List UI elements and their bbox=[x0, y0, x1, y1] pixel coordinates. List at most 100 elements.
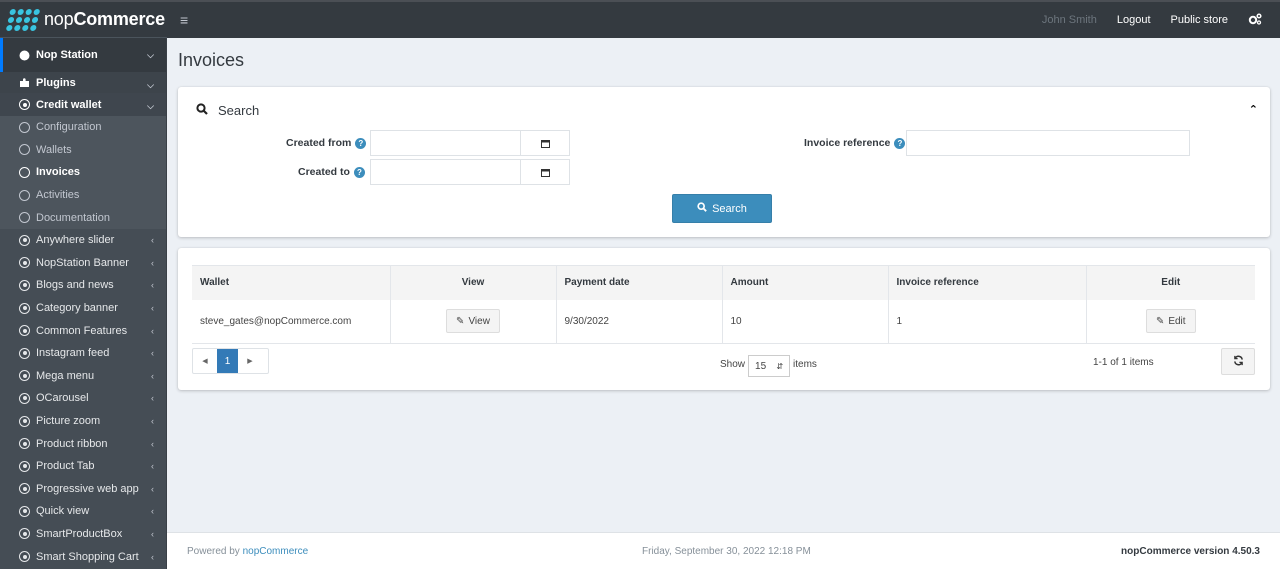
dot-circle-icon bbox=[18, 98, 31, 111]
circle-outline-icon bbox=[18, 211, 31, 224]
circle-outline-icon bbox=[18, 189, 31, 202]
pencil-icon: ✎ bbox=[456, 315, 465, 327]
sidebar-item-mega-menu[interactable]: Mega menu ‹ bbox=[0, 365, 166, 388]
public-store-link[interactable]: Public store bbox=[1171, 14, 1228, 26]
cell-view: ✎ View bbox=[390, 299, 557, 344]
sidebar-item-ocarousel[interactable]: OCarousel ‹ bbox=[0, 387, 166, 410]
created-to-input[interactable] bbox=[370, 159, 520, 185]
gears-icon[interactable] bbox=[1248, 12, 1262, 28]
created-to-label: Created to ? bbox=[298, 166, 365, 178]
footer-datetime: Friday, September 30, 2022 12:18 PM bbox=[642, 545, 811, 557]
invoice-reference-label-text: Invoice reference bbox=[804, 137, 891, 149]
brand-name: nopCommerce bbox=[44, 9, 165, 29]
sidebar-item-invoices[interactable]: Invoices bbox=[0, 161, 166, 184]
chevron-left-icon: ‹ bbox=[151, 303, 154, 314]
items-count: 1-1 of 1 items bbox=[1093, 357, 1154, 368]
top-nav: John Smith Logout Public store bbox=[1042, 2, 1262, 38]
sidebar-item-label: OCarousel bbox=[36, 392, 89, 405]
sidebar-item-credit-wallet[interactable]: Credit wallet ⌵ bbox=[0, 93, 166, 116]
hamburger-icon[interactable]: ≡ bbox=[180, 12, 188, 28]
logout-link[interactable]: Logout bbox=[1117, 14, 1151, 26]
sidebar-item-label: Smart Shopping Cart bbox=[36, 550, 139, 563]
column-header-edit[interactable]: Edit bbox=[1086, 265, 1255, 300]
sidebar-item-picture-zoom[interactable]: Picture zoom ‹ bbox=[0, 410, 166, 433]
user-name: John Smith bbox=[1041, 14, 1097, 26]
column-header-wallet[interactable]: Wallet bbox=[192, 265, 391, 300]
sidebar-item-plugins[interactable]: Plugins ⌵ bbox=[0, 72, 166, 93]
sidebar-item-common-features[interactable]: Common Features ‹ bbox=[0, 319, 166, 342]
sidebar-item-label: Anywhere slider bbox=[36, 234, 115, 247]
page-button[interactable]: 1 bbox=[217, 349, 238, 373]
sidebar-item-nopstation-banner[interactable]: NopStation Banner ‹ bbox=[0, 252, 166, 275]
calendar-icon[interactable] bbox=[520, 130, 570, 156]
dot-circle-icon bbox=[18, 234, 31, 247]
chevron-left-icon: ‹ bbox=[151, 393, 154, 404]
chevron-left-icon: ‹ bbox=[151, 551, 154, 562]
created-from-label: Created from ? bbox=[286, 137, 367, 149]
sidebar-item-smart-shopping-cart[interactable]: Smart Shopping Cart ‹ bbox=[0, 545, 166, 568]
sidebar-item-progressive-web-app[interactable]: Progressive web app ‹ bbox=[0, 478, 166, 501]
page-size-select[interactable]: 15 ⇵ bbox=[748, 355, 791, 377]
search-panel-header[interactable]: Search bbox=[196, 103, 259, 118]
chevron-left-icon: ‹ bbox=[151, 461, 154, 472]
puzzle-icon bbox=[18, 76, 31, 89]
sidebar-item-smartproductbox[interactable]: SmartProductBox ‹ bbox=[0, 523, 166, 546]
sidebar-item-label: SmartProductBox bbox=[36, 527, 123, 540]
chevron-up-icon[interactable]: ⌃ bbox=[1249, 103, 1258, 116]
next-page-icon[interactable]: ▶ bbox=[238, 357, 262, 365]
sidebar-item-label: Mega menu bbox=[36, 369, 95, 382]
dot-circle-icon bbox=[18, 279, 31, 292]
chevron-left-icon: ‹ bbox=[151, 506, 154, 517]
sidebar-item-wallets[interactable]: Wallets bbox=[0, 138, 166, 162]
help-icon[interactable]: ? bbox=[355, 137, 367, 149]
created-from-input[interactable] bbox=[370, 130, 520, 156]
sidebar-item-instagram-feed[interactable]: Instagram feed ‹ bbox=[0, 342, 166, 365]
invoice-reference-input[interactable] bbox=[906, 130, 1190, 156]
sidebar-item-label: Nop Station bbox=[36, 49, 98, 61]
sidebar-item-label: Progressive web app bbox=[36, 482, 139, 495]
view-button[interactable]: ✎ View bbox=[446, 309, 500, 334]
sidebar-item-activities[interactable]: Activities bbox=[0, 183, 166, 207]
sidebar-item-label: Product ribbon bbox=[36, 437, 108, 450]
search-button[interactable]: Search bbox=[672, 194, 772, 223]
sidebar-item-documentation[interactable]: Documentation bbox=[0, 206, 166, 229]
sidebar-item-label: Picture zoom bbox=[36, 415, 101, 428]
help-icon[interactable]: ? bbox=[353, 166, 365, 178]
column-header-view[interactable]: View bbox=[390, 265, 557, 300]
sidebar-item-product-ribbon[interactable]: Product ribbon ‹ bbox=[0, 432, 166, 455]
nopcommerce-link[interactable]: nopCommerce bbox=[243, 546, 309, 557]
search-panel: Search ⌃ Created from ? Created to ? Inv… bbox=[178, 87, 1270, 237]
sidebar-item-nop-station[interactable]: Nop Station ⌵ bbox=[0, 38, 166, 72]
prev-page-icon[interactable]: ◀ bbox=[193, 357, 217, 365]
column-header-invoice-reference[interactable]: Invoice reference bbox=[888, 265, 1087, 300]
page-size-control: Show 15 ⇵ items bbox=[720, 351, 817, 377]
column-header-amount[interactable]: Amount bbox=[722, 265, 889, 300]
circle-icon bbox=[18, 49, 31, 62]
sidebar-item-label: Configuration bbox=[36, 121, 102, 134]
calendar-icon[interactable] bbox=[520, 159, 570, 185]
edit-button[interactable]: ✎ Edit bbox=[1145, 309, 1196, 334]
sidebar-item-blogs-and-news[interactable]: Blogs and news ‹ bbox=[0, 274, 166, 297]
brand-logo[interactable]: nopCommerce bbox=[0, 2, 167, 38]
sidebar-item-configuration[interactable]: Configuration bbox=[0, 116, 166, 139]
page-footer: Powered by nopCommerce Friday, September… bbox=[167, 532, 1280, 569]
sidebar-item-label: Wallets bbox=[36, 143, 72, 156]
sidebar-item-category-banner[interactable]: Category banner ‹ bbox=[0, 297, 166, 320]
sidebar-item-label: Credit wallet bbox=[36, 98, 102, 111]
chevron-left-icon: ‹ bbox=[151, 528, 154, 539]
powered-by-text: Powered by bbox=[187, 545, 243, 557]
created-from-label-text: Created from bbox=[286, 137, 352, 149]
sidebar-item-anywhere-slider[interactable]: Anywhere slider ‹ bbox=[0, 229, 166, 252]
chevron-down-icon: ⌵ bbox=[147, 101, 154, 111]
chevron-left-icon: ‹ bbox=[151, 370, 154, 381]
refresh-button[interactable] bbox=[1221, 348, 1255, 375]
page-size-value: 15 bbox=[755, 360, 767, 372]
sidebar-item-label: Instagram feed bbox=[36, 347, 110, 360]
help-icon[interactable]: ? bbox=[894, 137, 906, 149]
circle-outline-icon bbox=[18, 143, 31, 156]
table-row: steve_gates@nopCommerce.com ✎ View 9/30/… bbox=[192, 299, 1255, 344]
sidebar-item-product-tab[interactable]: Product Tab ‹ bbox=[0, 455, 166, 478]
sidebar-item-quick-view[interactable]: Quick view ‹ bbox=[0, 500, 166, 523]
column-header-payment-date[interactable]: Payment date bbox=[556, 265, 723, 300]
cell-payment-date: 9/30/2022 bbox=[556, 299, 723, 344]
